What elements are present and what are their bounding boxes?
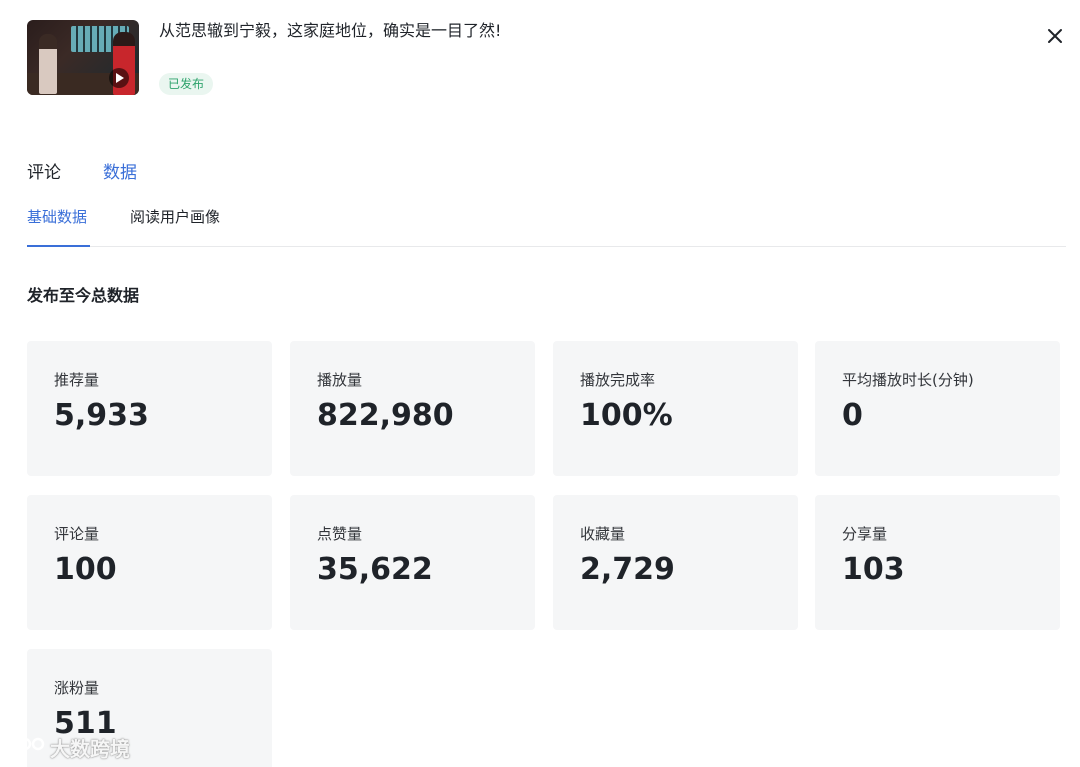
stat-label: 推荐量 bbox=[54, 371, 100, 389]
thumbnail-figure-left bbox=[39, 34, 57, 94]
tab-comments[interactable]: 评论 bbox=[27, 161, 61, 185]
subtab-bar: 基础数据 阅读用户画像 bbox=[27, 206, 1066, 247]
stat-card-recommend: 推荐量 5,933 bbox=[27, 341, 272, 476]
stat-value: 100 bbox=[54, 552, 117, 587]
close-icon[interactable] bbox=[1045, 26, 1065, 46]
stat-value: 103 bbox=[842, 552, 905, 587]
watermark: 大数跨境 bbox=[8, 731, 130, 763]
stat-card-avg-duration: 平均播放时长(分钟) 0 bbox=[815, 341, 1060, 476]
status-badge: 已发布 bbox=[159, 73, 214, 95]
stat-label: 评论量 bbox=[54, 525, 100, 543]
stat-value: 822,980 bbox=[317, 398, 454, 433]
watermark-logo-icon bbox=[9, 737, 45, 756]
subtab-reader-portrait[interactable]: 阅读用户画像 bbox=[130, 206, 220, 228]
tab-data[interactable]: 数据 bbox=[103, 161, 137, 185]
watermark-text: 大数跨境 bbox=[50, 736, 130, 761]
video-title: 从范思辙到宁毅，这家庭地位，确实是一目了然! bbox=[159, 21, 502, 40]
stat-label: 收藏量 bbox=[580, 525, 626, 543]
subtab-basic-data-label: 基础数据 bbox=[27, 208, 88, 226]
stat-value: 100% bbox=[580, 398, 673, 433]
stat-card-likes: 点赞量 35,622 bbox=[290, 495, 535, 630]
stat-label: 平均播放时长(分钟) bbox=[842, 371, 974, 389]
stat-label: 播放完成率 bbox=[580, 371, 656, 389]
stat-value: 0 bbox=[842, 398, 863, 433]
subtab-basic-data[interactable]: 基础数据 bbox=[27, 206, 90, 247]
subtab-active-indicator bbox=[27, 245, 90, 247]
stat-value: 2,729 bbox=[580, 552, 675, 587]
video-data-panel: 从范思辙到宁毅，这家庭地位，确实是一目了然! 已发布 评论 数据 基础数据 阅读… bbox=[0, 0, 1080, 767]
play-icon[interactable] bbox=[109, 68, 129, 88]
stat-label: 播放量 bbox=[317, 371, 363, 389]
stat-label: 点赞量 bbox=[317, 525, 363, 543]
stat-label: 分享量 bbox=[842, 525, 888, 543]
stat-label: 涨粉量 bbox=[54, 679, 100, 697]
stat-card-completion-rate: 播放完成率 100% bbox=[553, 341, 798, 476]
stat-value: 35,622 bbox=[317, 552, 433, 587]
stat-card-plays: 播放量 822,980 bbox=[290, 341, 535, 476]
stat-value: 5,933 bbox=[54, 398, 149, 433]
stat-card-shares: 分享量 103 bbox=[815, 495, 1060, 630]
section-title: 发布至今总数据 bbox=[27, 286, 140, 305]
stat-card-favorites: 收藏量 2,729 bbox=[553, 495, 798, 630]
stat-card-comments: 评论量 100 bbox=[27, 495, 272, 630]
